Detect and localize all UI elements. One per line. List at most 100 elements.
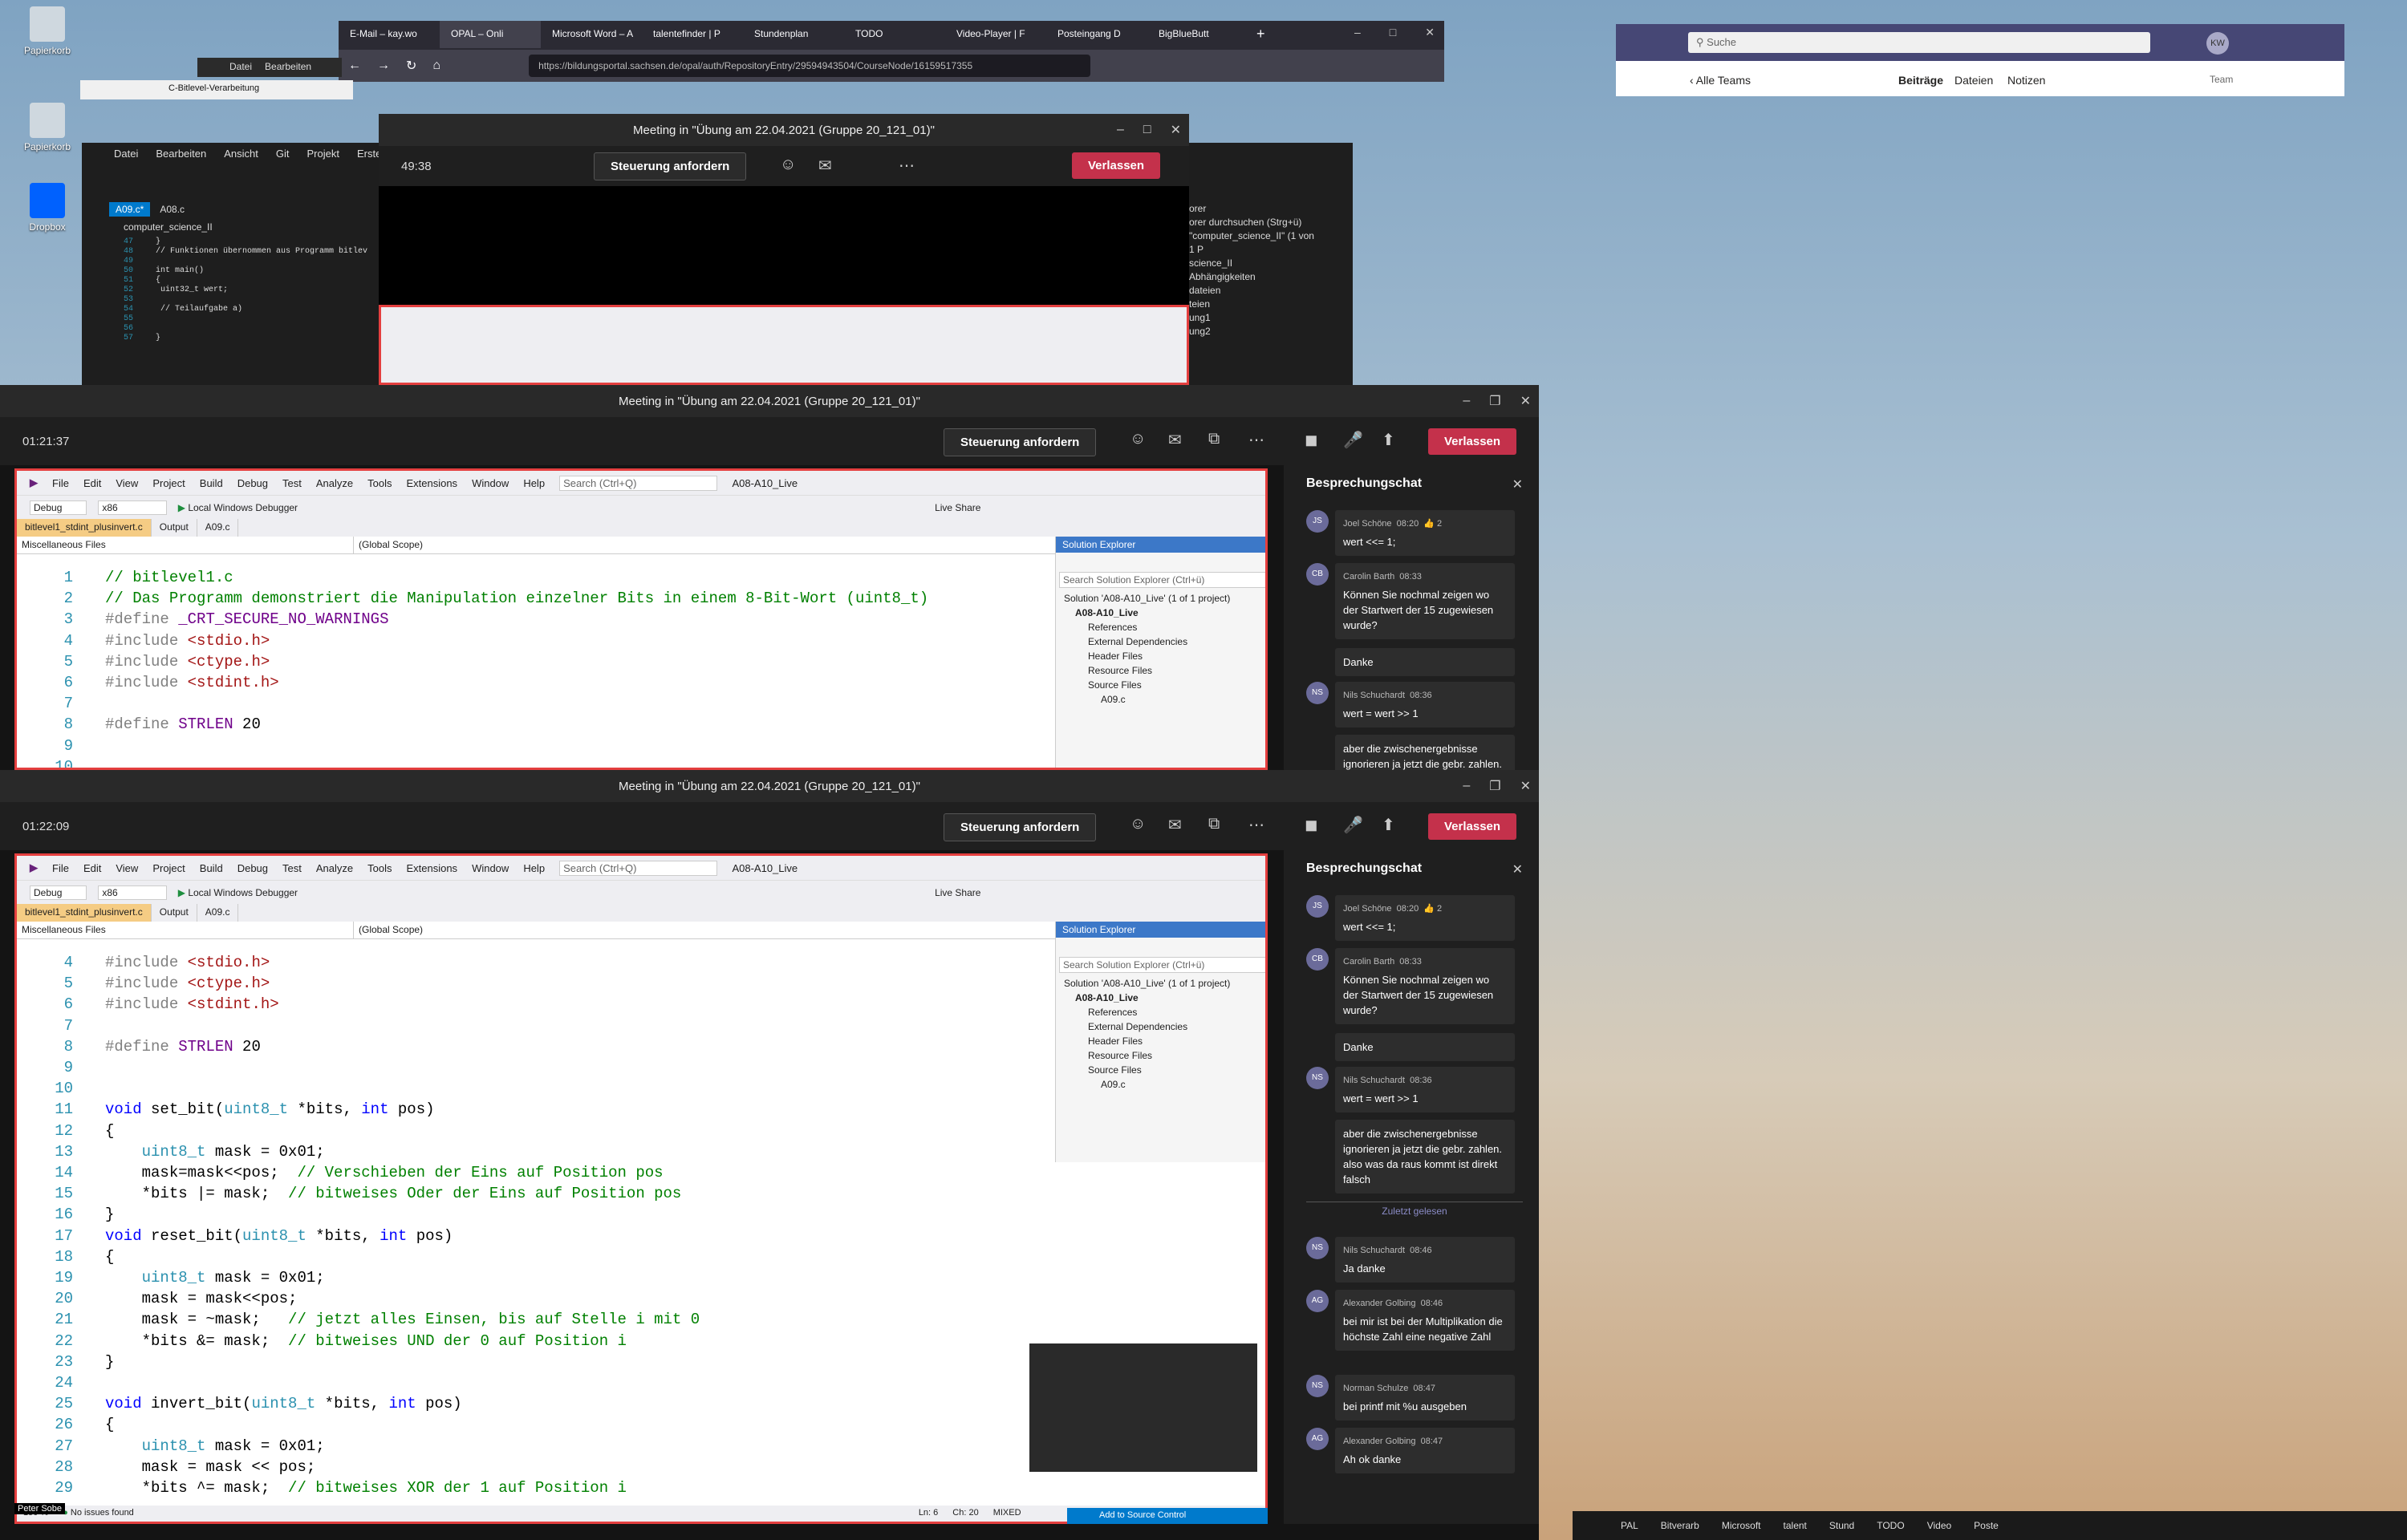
code-line[interactable]: 14 mask=mask<<pos; // Verschieben der Ei… [17,1162,700,1183]
close-icon[interactable]: ✕ [1512,476,1523,492]
menu-item[interactable]: Test [282,862,302,874]
code-editor-2[interactable]: 4 #include <stdio.h> 5 #include <ctype.h> 6 #… [17,952,700,1498]
menu-item[interactable]: File [52,477,69,489]
tab-a09[interactable]: A09.c [197,519,239,537]
start-debugger-button[interactable]: ▶ Local Windows Debugger [178,502,298,513]
menu-item[interactable]: Edit [83,862,101,874]
team-badge[interactable]: Team [2210,74,2233,85]
solution-tree-item[interactable]: A09.c [1056,692,1265,707]
menu-item[interactable]: Build [200,477,223,489]
browser-tab[interactable]: E-Mail – kay.wo [339,21,440,48]
taskbar-item[interactable]: TODO [1877,1520,1904,1531]
menu-item[interactable]: Test [282,477,302,489]
leave-button[interactable]: Verlassen [1428,428,1517,455]
share-icon[interactable]: ⬆ [1382,430,1395,450]
code-line[interactable]: 4 #include <stdio.h> [17,630,928,651]
code-line[interactable]: 21 mask = ~mask; // jetzt alles Einsen, … [17,1309,700,1330]
config-select[interactable]: Debug [30,885,87,900]
new-tab-icon[interactable]: + [1248,21,1273,48]
menu-item[interactable]: Extensions [406,862,457,874]
code-line[interactable]: 18{ [17,1246,700,1267]
browser-tab[interactable]: Posteingang D [1046,21,1147,48]
solution-search[interactable]: Search Solution Explorer (Ctrl+ü) [1059,572,1265,588]
browser-tab-active[interactable]: OPAL – Onli [440,21,541,48]
breakout-icon[interactable]: ⧉ [1208,430,1220,448]
code-line[interactable]: 20 mask = mask<<pos; [17,1288,700,1309]
menu-item[interactable]: Bearbeiten [156,148,206,160]
solution-tree-item[interactable]: References [1056,620,1265,634]
config-select[interactable]: Debug [30,500,87,515]
code-line[interactable]: 26{ [17,1414,700,1435]
browser-tab[interactable]: BigBlueButt [1147,21,1248,48]
chat-icon[interactable]: ✉ [1168,430,1182,450]
menu-bearbeiten[interactable]: Bearbeiten [265,61,311,74]
code-line[interactable]: 9 [17,736,928,756]
menu-item[interactable]: Project [152,862,185,874]
desktop-icon-recycle-bin-2[interactable]: Papierkorb [11,103,83,152]
request-control-button[interactable]: Steuerung anfordern [944,428,1097,456]
menu-item[interactable]: Analyze [316,862,353,874]
browser-tab[interactable]: TODO [844,21,945,48]
solution-tree-item[interactable]: Solution 'A08-A10_Live' (1 of 1 project) [1056,976,1265,991]
code-line[interactable]: 27 uint8_t mask = 0x01; [17,1436,700,1457]
code-line[interactable]: 29 *bits ^= mask; // bitweises XOR der 1… [17,1477,700,1498]
more-icon[interactable]: ⋯ [1248,430,1264,450]
close-icon[interactable]: ✕ [1520,393,1531,409]
solution-tree-item[interactable]: Resource Files [1056,663,1265,678]
menu-item[interactable]: Projekt [307,148,339,160]
maximize-icon[interactable]: ❐ [1489,393,1500,409]
menu-item[interactable]: View [116,477,138,489]
code-line[interactable]: 3 #define _CRT_SECURE_NO_WARNINGS [17,609,928,630]
code-line[interactable]: 16} [17,1204,700,1225]
code-line[interactable]: 12{ [17,1121,700,1141]
minimize-icon[interactable]: – [1463,779,1470,793]
reaction[interactable]: 👍 2 [1423,904,1442,914]
close-icon[interactable]: ✕ [1171,122,1181,138]
code-line[interactable]: 5 #include <ctype.h> [17,651,928,672]
back-icon[interactable]: ← [348,59,361,73]
menu-item[interactable]: Git [276,148,290,160]
code-line[interactable]: 8 #define STRLEN 20 [17,1036,700,1057]
tab-output[interactable]: Output [152,904,197,922]
teams-search[interactable]: ⚲ Suche [1688,32,2150,53]
tab-a09[interactable]: A09.c [197,904,239,922]
menu-item[interactable]: Analyze [316,477,353,489]
solution-tree-item[interactable]: Solution 'A08-A10_Live' (1 of 1 project) [1056,591,1265,606]
more-icon[interactable]: ⋯ [1248,815,1264,835]
code-line[interactable]: 17 void reset_bit(uint8_t *bits, int pos) [17,1226,700,1246]
code-line[interactable]: 6 #include <stdint.h> [17,994,700,1015]
participants-icon[interactable]: ☺ [780,156,796,174]
camera-off-icon[interactable]: ◼ [1305,430,1318,450]
code-line[interactable]: 5 #include <ctype.h> [17,973,700,994]
forward-icon[interactable]: → [377,59,390,73]
tab-a09[interactable]: A09.c* [109,202,151,217]
breakout-icon[interactable]: ⧉ [1208,815,1220,833]
code-line[interactable]: 15 *bits |= mask; // bitweises Oder der … [17,1183,700,1204]
solution-tree-item[interactable]: Header Files [1056,649,1265,663]
minimize-icon[interactable]: – [1354,26,1361,39]
code-line[interactable]: 19 uint8_t mask = 0x01; [17,1267,700,1288]
url-bar[interactable]: https://bildungsportal.sachsen.de/opal/a… [529,55,1091,77]
solution-tree-item[interactable]: References [1056,1005,1265,1019]
code-line[interactable]: 28 mask = mask << pos; [17,1457,700,1477]
menu-item[interactable]: Build [200,862,223,874]
menu-item[interactable]: Debug [237,862,268,874]
maximize-icon[interactable]: □ [1143,123,1151,137]
reaction[interactable]: 👍 2 [1423,519,1442,529]
menu-item[interactable]: View [116,862,138,874]
code-line[interactable]: 6 #include <stdint.h> [17,672,928,693]
restore-icon[interactable]: ❐ [1489,778,1500,794]
code-line[interactable]: 10 [17,1078,700,1099]
code-line[interactable]: 22 *bits &= mask; // bitweises UND der 0… [17,1331,700,1352]
platform-select[interactable]: x86 [98,500,167,515]
chat-icon[interactable]: ✉ [1168,815,1182,835]
camera-off-icon[interactable]: ◼ [1305,815,1318,835]
menu-item[interactable]: Datei [114,148,138,160]
liveshare-button[interactable]: Live Share [935,887,980,898]
taskbar-item[interactable]: Microsoft [1722,1520,1761,1531]
browser-tab[interactable]: Microsoft Word – A [541,21,642,48]
code-line[interactable]: 2// Das Programm demonstriert die Manipu… [17,588,929,609]
close-icon[interactable]: ✕ [1512,861,1523,877]
browser-tab[interactable]: talentefinder | P [642,21,743,48]
menu-item[interactable]: Extensions [406,477,457,489]
